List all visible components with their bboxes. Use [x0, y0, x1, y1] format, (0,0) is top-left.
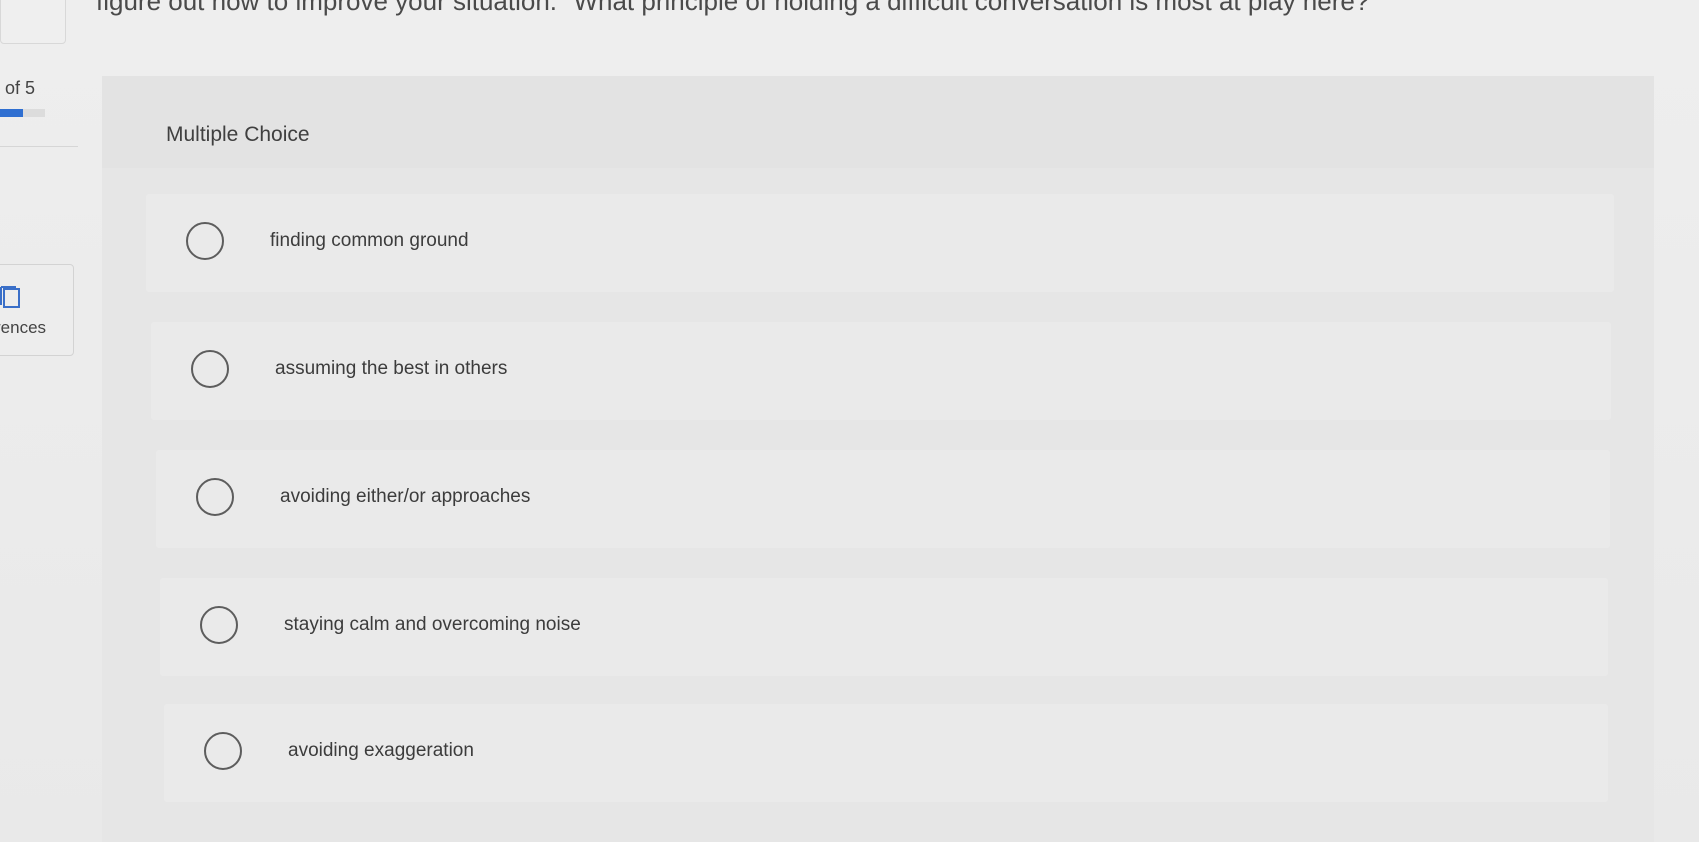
- page: figure out how to improve your situation…: [0, 0, 1699, 842]
- sidebar-divider: [0, 146, 78, 147]
- option-label: staying calm and overcoming noise: [284, 614, 581, 635]
- question-text: figure out how to improve your situation…: [96, 0, 1370, 16]
- progress-bar-fill: [0, 109, 23, 117]
- progress-bar: [0, 109, 45, 117]
- radio-button[interactable]: [186, 222, 224, 260]
- references-label: rences: [0, 318, 47, 337]
- radio-button[interactable]: [191, 350, 229, 388]
- radio-button[interactable]: [196, 478, 234, 516]
- option-label: avoiding either/or approaches: [280, 486, 531, 507]
- option-1[interactable]: finding common ground: [146, 194, 1614, 292]
- book-icon: [0, 286, 20, 308]
- option-4[interactable]: staying calm and overcoming noise: [160, 578, 1608, 676]
- option-3[interactable]: avoiding either/or approaches: [156, 450, 1610, 548]
- option-2[interactable]: assuming the best in others: [151, 322, 1611, 420]
- option-label: assuming the best in others: [275, 358, 508, 379]
- option-label: avoiding exaggeration: [288, 740, 474, 761]
- option-label: finding common ground: [270, 230, 469, 251]
- card-header: Multiple Choice: [102, 76, 1654, 168]
- radio-button[interactable]: [200, 606, 238, 644]
- top-left-panel: [0, 0, 66, 44]
- question-progress-label: of 5: [5, 78, 36, 98]
- question-card: Multiple Choice finding common ground as…: [102, 76, 1654, 842]
- references-button[interactable]: rences: [0, 264, 74, 356]
- option-5[interactable]: avoiding exaggeration: [164, 704, 1608, 802]
- card-title: Multiple Choice: [166, 123, 310, 146]
- radio-button[interactable]: [204, 732, 242, 770]
